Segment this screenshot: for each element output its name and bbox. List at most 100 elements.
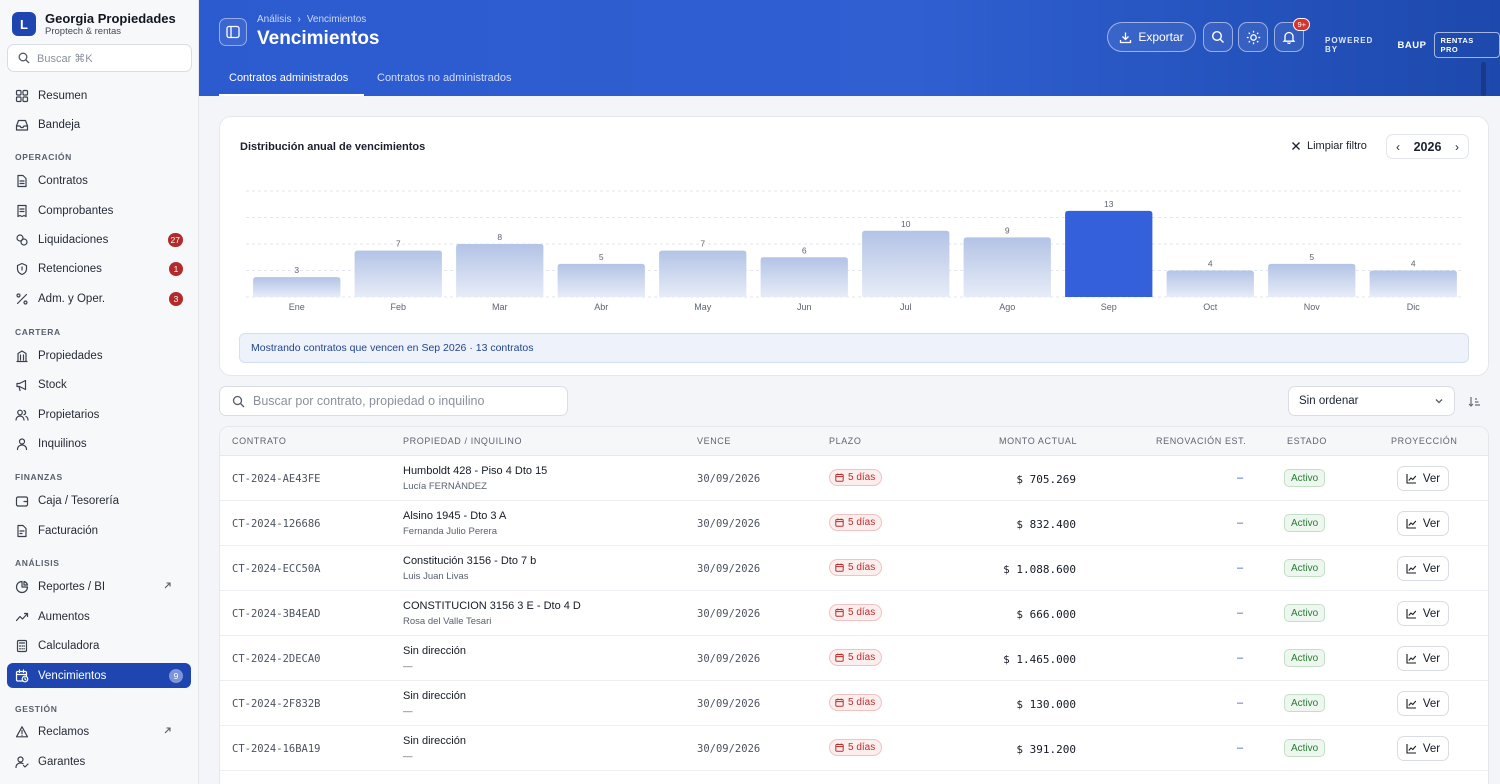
table-row[interactable]: CT-2024-126686 Alsino 1945 - Dto 3 A Ferna…	[220, 501, 1488, 546]
sun-icon	[1246, 30, 1260, 44]
view-label: Ver	[1422, 562, 1441, 575]
bar-oct[interactable]	[1166, 270, 1254, 298]
sidebar-item-propietarios[interactable]: Propietarios	[7, 402, 191, 427]
renewal-estimate: –	[1237, 742, 1244, 754]
bar-ago[interactable]	[963, 237, 1051, 297]
sort-direction-button[interactable]	[1463, 391, 1485, 411]
clear-filter-button[interactable]: Limpiar filtro	[1291, 140, 1367, 152]
bar-sep[interactable]	[1065, 210, 1153, 297]
sidebar-item-facturación[interactable]: Facturación	[7, 518, 191, 543]
powered-brand: BAUP	[1397, 39, 1427, 51]
header-renovacion[interactable]: RENOVACIÓN EST.	[1156, 436, 1246, 446]
export-button[interactable]: Exportar	[1107, 22, 1196, 52]
table-row[interactable]: CT-2024-AE43FE Humboldt 428 - Piso 4 Dto …	[220, 456, 1488, 501]
next-year-button[interactable]: ›	[1455, 140, 1459, 154]
current-amount: $ 130.000	[1016, 698, 1076, 711]
search-icon	[1211, 30, 1224, 43]
bar-dic[interactable]	[1369, 270, 1457, 298]
bar-jun[interactable]	[760, 257, 848, 297]
sidebar-item-resumen[interactable]: Resumen	[7, 83, 191, 108]
contract-code[interactable]: CT-2024-AE43FE	[232, 473, 321, 485]
table-row[interactable]: CT-2024-2DECA0 Sin dirección — 30/09/2026 5 …	[220, 636, 1488, 681]
theme-toggle-button[interactable]	[1238, 22, 1268, 52]
prev-year-button[interactable]: ‹	[1396, 140, 1400, 154]
view-projection-button[interactable]: Ver	[1397, 691, 1449, 716]
header-monto[interactable]: MONTO ACTUAL	[999, 436, 1077, 446]
table-row[interactable]: CT-2024-2F832B Sin dirección — 30/09/2026 5 …	[220, 681, 1488, 726]
sidebar-item-reclamos[interactable]: Reclamos	[7, 719, 191, 744]
sidebar-item-label: Resumen	[38, 89, 88, 102]
breadcrumb-item[interactable]: Análisis	[257, 14, 291, 25]
sidebar-item-reportes-bi[interactable]: Reportes / BI	[7, 574, 191, 599]
sidebar-item-label: Retenciones	[38, 262, 102, 275]
view-projection-button[interactable]: Ver	[1397, 601, 1449, 626]
current-amount: $ 705.269	[1016, 473, 1076, 486]
bar-ene[interactable]	[253, 277, 341, 297]
megaphone-icon	[16, 379, 27, 391]
tab-contratos-administrados[interactable]: Contratos administrados	[229, 72, 348, 84]
sort-select[interactable]: Sin ordenar	[1288, 386, 1455, 416]
sidebar-item-liquidaciones[interactable]: Liquidaciones 27	[7, 227, 191, 252]
sidebar-item-vencimientos[interactable]: Vencimientos 9	[7, 663, 191, 688]
bar-abr[interactable]	[557, 263, 645, 297]
notifications-button[interactable]: 9+	[1274, 18, 1310, 52]
user-icon	[16, 437, 28, 450]
sidebar-item-caja-tesorería[interactable]: Caja / Tesorería	[7, 488, 191, 513]
bar-may[interactable]	[659, 250, 747, 297]
term-value: 5 días	[848, 517, 876, 528]
sidebar-item-propiedades[interactable]: Propiedades	[7, 343, 191, 368]
view-projection-button[interactable]: Ver	[1397, 511, 1449, 536]
sidebar-item-comprobantes[interactable]: Comprobantes	[7, 198, 191, 223]
header-contrato[interactable]: CONTRATO	[232, 436, 286, 446]
view-projection-button[interactable]: Ver	[1397, 646, 1449, 671]
view-projection-button[interactable]: Ver	[1397, 466, 1449, 491]
sidebar-item-aumentos[interactable]: Aumentos	[7, 604, 191, 629]
header-proyeccion[interactable]: PROYECCIÓN	[1391, 436, 1458, 446]
contracts-table: CONTRATO PROPIEDAD / INQUILINO VENCE PLA…	[219, 426, 1489, 784]
sidebar-item-stock[interactable]: Stock	[7, 372, 191, 397]
table-search-input[interactable]: Buscar por contrato, propiedad o inquili…	[219, 386, 568, 416]
bar-value-label: 8	[497, 232, 502, 242]
chart-title: Distribución anual de vencimientos	[240, 141, 426, 153]
table-row[interactable]: CT-2024-ECC50A Constitución 3156 - Dto 7 …	[220, 546, 1488, 591]
bar-mar[interactable]	[456, 244, 544, 297]
contract-code[interactable]: CT-2024-3B4EAD	[232, 608, 321, 620]
sidebar-toggle-button[interactable]	[219, 18, 247, 46]
sidebar-item-bandeja[interactable]: Bandeja	[7, 112, 191, 137]
sidebar-item-calculadora[interactable]: Calculadora	[7, 633, 191, 658]
view-projection-button[interactable]: Ver	[1397, 556, 1449, 581]
table-row[interactable]: CT-2024-16BA19 Sin dirección — 30/09/2026 5 …	[220, 726, 1488, 771]
header-propiedad[interactable]: PROPIEDAD / INQUILINO	[403, 436, 522, 446]
sidebar-item-contratos[interactable]: Contratos	[7, 168, 191, 193]
header-plazo[interactable]: PLAZO	[829, 436, 862, 446]
invoice-icon	[17, 524, 27, 537]
term-badge: 5 días	[829, 514, 883, 531]
bar-value-label: 13	[1104, 199, 1114, 209]
bar-feb[interactable]	[354, 250, 442, 297]
tab-contratos-no-administrados[interactable]: Contratos no administrados	[377, 72, 512, 84]
contract-code[interactable]: CT-2024-16BA19	[232, 743, 321, 755]
bar-nov[interactable]	[1268, 263, 1356, 297]
contract-code[interactable]: CT-2024-ECC50A	[232, 563, 321, 575]
sidebar-item-retenciones[interactable]: Retenciones 1	[7, 256, 191, 281]
sidebar-search-input[interactable]: Buscar ⌘K	[7, 44, 192, 72]
renewal-estimate: –	[1237, 697, 1244, 709]
header-vence[interactable]: VENCE	[697, 436, 731, 446]
view-projection-button[interactable]: Ver	[1397, 736, 1449, 761]
search-button[interactable]	[1203, 22, 1233, 52]
table-row[interactable]: CT-2024-3B4EAD CONSTITUCION 3156 3 E - Dt…	[220, 591, 1488, 636]
sidebar-item-inquilinos[interactable]: Inquilinos	[7, 431, 191, 456]
header-estado[interactable]: ESTADO	[1287, 436, 1327, 446]
property-address: Constitución 3156 - Dto 7 b	[403, 555, 537, 567]
term-value: 5 días	[848, 607, 876, 618]
contract-code[interactable]: CT-2024-2F832B	[232, 698, 321, 710]
sidebar-item-adm-y-oper[interactable]: Adm. y Oper. 3	[7, 286, 191, 311]
bar-jul[interactable]	[862, 230, 950, 297]
contract-code[interactable]: CT-2024-2DECA0	[232, 653, 321, 665]
sidebar-item-garantes[interactable]: Garantes	[7, 749, 191, 774]
scrollbar-thumb[interactable]	[1481, 62, 1486, 96]
contract-code[interactable]: CT-2024-126686	[232, 518, 321, 530]
table-search-placeholder: Buscar por contrato, propiedad o inquili…	[253, 394, 485, 408]
file-icon	[17, 174, 27, 187]
brand[interactable]: L Georgia Propiedades Proptech & rentas	[12, 11, 176, 37]
